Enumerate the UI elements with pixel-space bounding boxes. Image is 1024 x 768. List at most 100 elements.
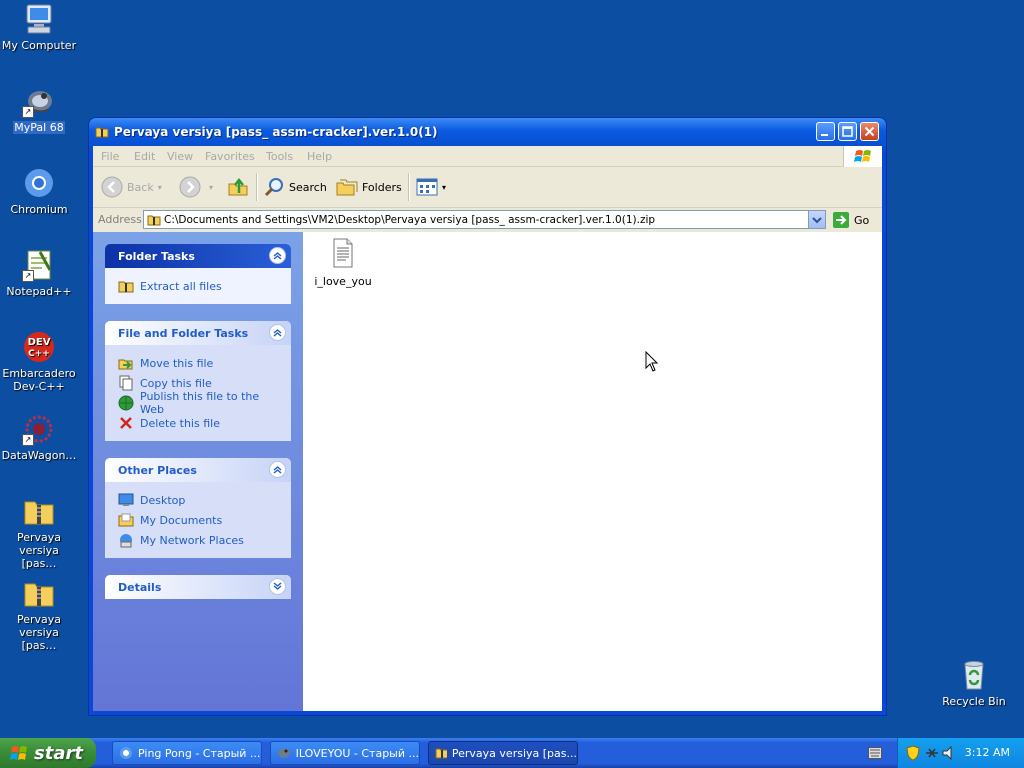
search-button[interactable]: Search: [263, 176, 327, 198]
taskbar-button-pervaya-versiya[interactable]: Pervaya versiya [pas...: [428, 741, 578, 765]
collapse-chevron-icon[interactable]: [269, 324, 286, 341]
desktop-icon-recycle-bin[interactable]: Recycle Bin: [935, 658, 1013, 708]
shortcut-arrow-icon: ↗: [22, 106, 34, 118]
menu-view[interactable]: View: [167, 150, 193, 163]
task-label: My Documents: [140, 513, 223, 527]
folder-tasks-panel: Folder Tasks Extract all files: [105, 244, 291, 304]
network-places-icon: [120, 534, 132, 548]
file-item-i-love-you[interactable]: i_love_you: [313, 238, 373, 288]
details-header[interactable]: Details: [105, 575, 291, 599]
panel-title: Folder Tasks: [118, 250, 195, 263]
file-folder-tasks-header[interactable]: File and Folder Tasks: [105, 321, 291, 345]
desktop-icon-my-computer[interactable]: My Computer: [0, 2, 78, 52]
minimize-icon: [821, 134, 828, 136]
menu-tools[interactable]: Tools: [266, 150, 293, 163]
maximize-icon: [842, 126, 853, 137]
recycle-bin-icon: [957, 658, 991, 692]
browser-icon: [120, 747, 132, 759]
task-pane: Folder Tasks Extract all files File and …: [93, 232, 303, 711]
taskbar-button-label: Pervaya versiya [pas...: [451, 746, 577, 760]
go-label: Go: [854, 213, 870, 227]
address-dropdown-button[interactable]: [808, 211, 825, 228]
taskbar-button-iloveyou[interactable]: ILOVEYOU - Старый ...: [270, 741, 420, 765]
shortcut-arrow-icon: ↗: [22, 270, 34, 282]
desktop-icon-label: MyPal 68: [13, 121, 65, 134]
menu-favorites[interactable]: Favorites: [205, 150, 255, 163]
copy-icon: [119, 375, 133, 391]
place-desktop-link[interactable]: Desktop: [118, 490, 279, 510]
desktop-icon-label: DataWagon…: [1, 449, 77, 462]
title-bar[interactable]: Pervaya versiya [pass_ assm-cracker].ver…: [89, 118, 886, 146]
svg-text:DEV: DEV: [28, 337, 51, 348]
menu-file[interactable]: File: [101, 150, 119, 163]
clock[interactable]: 3:12 AM: [965, 746, 1010, 759]
zip-folder-icon: [95, 127, 109, 138]
zip-folder-icon: [147, 215, 161, 226]
delete-file-link[interactable]: Delete this file: [118, 413, 279, 433]
desktop-icon-datawagon[interactable]: ↗ DataWagon…: [0, 412, 78, 462]
delete-x-icon: [120, 417, 132, 429]
my-computer-icon: [22, 2, 56, 36]
keyboard-language-icon[interactable]: [868, 747, 882, 759]
search-icon: [264, 178, 283, 197]
desktop-icon-zip-2[interactable]: Pervaya versiya [pas…: [0, 576, 78, 652]
window-title: Pervaya versiya [pass_ assm-cracker].ver…: [114, 125, 438, 139]
extract-icon: [118, 281, 134, 293]
other-places-header[interactable]: Other Places: [105, 458, 291, 482]
forward-button[interactable]: ▾: [179, 176, 213, 198]
minimize-button[interactable]: [816, 122, 835, 141]
chevron-down-icon: ▾: [209, 182, 214, 192]
go-arrow-icon: [833, 212, 849, 228]
windows-logo-icon: [10, 746, 27, 760]
move-file-link[interactable]: Move this file: [118, 353, 279, 373]
back-label: Back: [127, 180, 154, 194]
start-button[interactable]: start: [0, 738, 96, 768]
security-shield-icon[interactable]: [906, 745, 920, 761]
desktop-icon-devcpp[interactable]: DEV C++ Embarcadero Dev-C++: [0, 330, 78, 393]
address-bar: Address C:\Documents and Settings\VM2\De…: [93, 208, 882, 232]
views-icon: [416, 178, 438, 196]
desktop-icon-chromium[interactable]: Chromium: [0, 166, 78, 216]
globe-icon: [118, 395, 134, 411]
menu-help[interactable]: Help: [307, 150, 332, 163]
taskbar-button-ping-pong[interactable]: Ping Pong - Старый ...: [112, 741, 262, 765]
place-my-network-places-link[interactable]: My Network Places: [118, 530, 279, 550]
publish-file-link[interactable]: Publish this file to the Web: [118, 390, 279, 416]
desktop-icon-label: Embarcadero Dev-C++: [2, 367, 76, 393]
address-input[interactable]: C:\Documents and Settings\VM2\Desktop\Pe…: [143, 210, 826, 229]
up-folder-button[interactable]: [227, 176, 249, 198]
folder-tasks-body: Extract all files: [105, 268, 291, 304]
menu-edit[interactable]: Edit: [134, 150, 155, 163]
folders-label: Folders: [362, 180, 402, 194]
desktop-icon-label: Pervaya versiya [pas…: [16, 531, 62, 570]
folders-icon: [336, 179, 358, 196]
expand-chevron-icon[interactable]: [269, 578, 286, 595]
shortcut-arrow-icon: ↗: [22, 434, 34, 446]
zip-folder-icon: [435, 748, 447, 759]
file-list-view[interactable]: i_love_you: [303, 232, 882, 711]
desktop-icon-mypal[interactable]: ↗ MyPal 68: [0, 84, 78, 134]
collapse-chevron-icon[interactable]: [269, 247, 286, 264]
volume-icon[interactable]: [942, 746, 956, 760]
views-button[interactable]: ▾: [415, 176, 446, 198]
datawagon-icon: ↗: [22, 412, 56, 446]
maximize-button[interactable]: [838, 122, 857, 141]
folders-button[interactable]: Folders: [336, 176, 402, 198]
task-label: Desktop: [140, 493, 186, 507]
desktop-icon-label: My Computer: [1, 39, 77, 52]
zip-folder-icon: [22, 494, 56, 528]
close-button[interactable]: [860, 122, 879, 141]
extract-all-files-link[interactable]: Extract all files: [118, 276, 279, 296]
desktop-icon-zip-1[interactable]: Pervaya versiya [pas…: [0, 494, 78, 570]
text-file-icon: [333, 238, 353, 268]
chevron-down-icon: ▾: [442, 182, 447, 192]
network-icon[interactable]: [924, 746, 940, 760]
go-button[interactable]: Go: [832, 211, 869, 229]
place-my-documents-link[interactable]: My Documents: [118, 510, 279, 530]
folder-tasks-header[interactable]: Folder Tasks: [105, 244, 291, 268]
desktop-icon-notepad-plus-plus[interactable]: ↗ Notepad++: [0, 248, 78, 298]
back-button[interactable]: Back ▾: [101, 176, 162, 198]
move-icon: [118, 359, 133, 370]
collapse-chevron-icon[interactable]: [269, 461, 286, 478]
notepad-plus-plus-icon: ↗: [22, 248, 56, 282]
